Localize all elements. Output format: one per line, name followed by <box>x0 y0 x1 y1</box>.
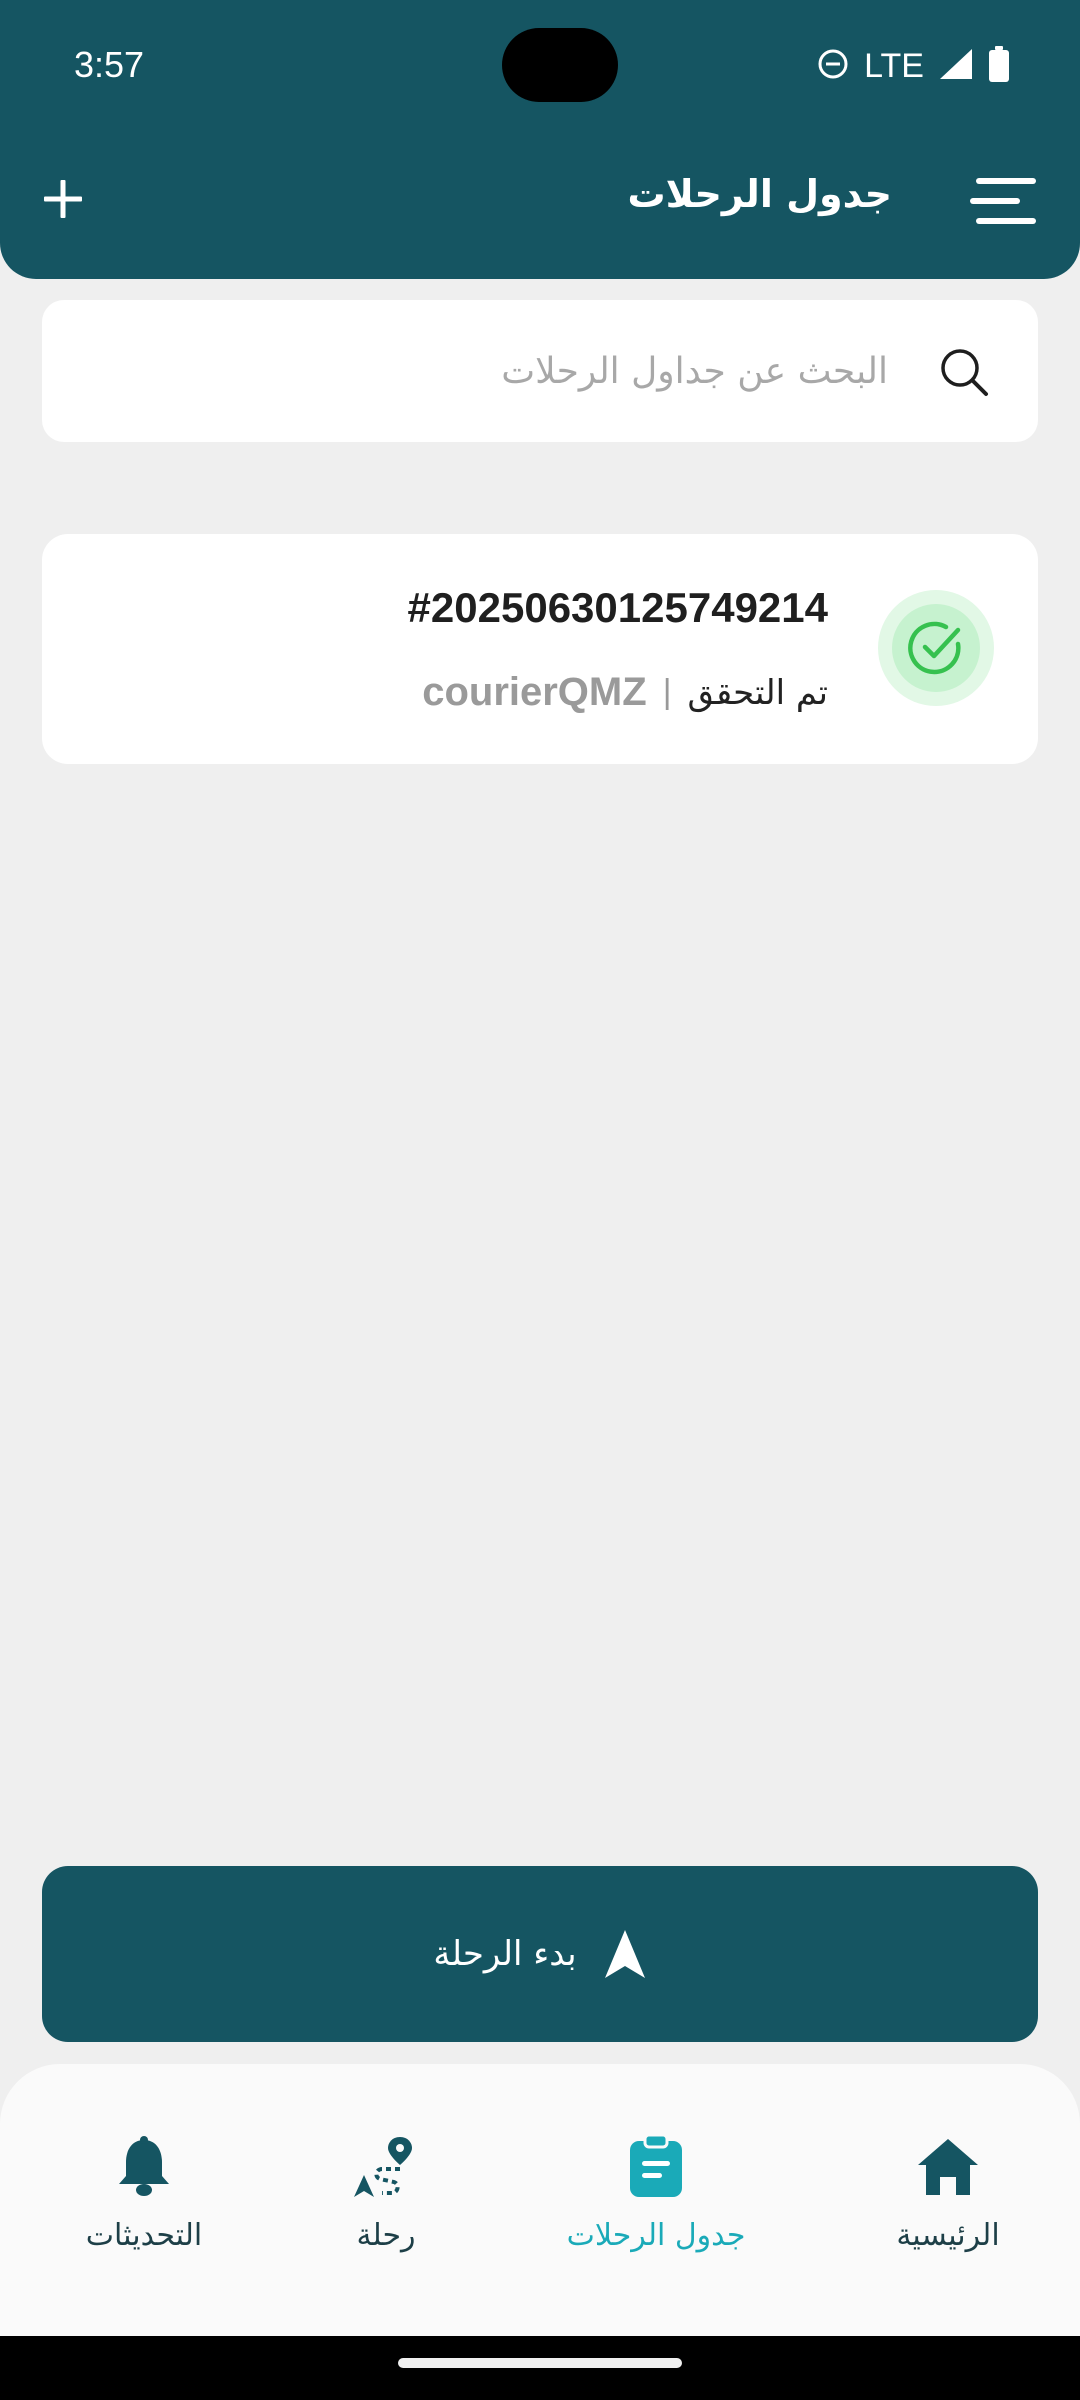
trip-meta: تم التحقق | courierQMZ <box>422 670 828 715</box>
signal-icon <box>938 47 974 85</box>
start-trip-button[interactable]: بدء الرحلة <box>42 1866 1038 2042</box>
battery-icon <box>988 46 1010 86</box>
trip-card[interactable]: #20250630125749214 تم التحقق | courierQM… <box>42 534 1038 764</box>
navigation-arrow-icon <box>604 1930 645 1978</box>
nav-label-trip-schedule: جدول الرحلات <box>566 2218 746 2253</box>
nav-item-trip-schedule[interactable]: جدول الرحلات <box>546 2134 766 2284</box>
menu-button[interactable] <box>968 172 1040 232</box>
trip-status: تم التحقق <box>687 672 828 713</box>
trip-number: #20250630125749214 <box>407 584 828 631</box>
nav-item-home[interactable]: الرئيسية <box>838 2134 1058 2284</box>
home-gesture-indicator[interactable] <box>398 2358 682 2368</box>
nav-label-updates: التحديثات <box>85 2218 203 2253</box>
plus-icon <box>44 180 82 218</box>
nav-label-trip: رحلة <box>356 2218 416 2253</box>
do-not-disturb-icon <box>816 47 850 85</box>
status-icons: LTE <box>816 46 1010 86</box>
courier-name: courierQMZ <box>422 670 647 714</box>
status-time: 3:57 <box>74 44 145 85</box>
nav-item-updates[interactable]: التحديثات <box>34 2134 254 2284</box>
verified-status-badge <box>878 590 994 706</box>
nav-label-home: الرئيسية <box>896 2218 1000 2253</box>
search-bar <box>42 300 1038 442</box>
home-icon <box>918 2139 978 2195</box>
camera-cutout <box>502 28 618 102</box>
add-trip-button[interactable] <box>36 172 90 226</box>
search-input[interactable] <box>128 300 888 442</box>
meta-separator: | <box>662 673 672 711</box>
menu-icon <box>970 178 1036 224</box>
bell-icon <box>119 2136 169 2196</box>
bottom-navigation: الرئيسية جدول الرحلات رحلة التحديثات <box>0 2064 1080 2336</box>
network-type: LTE <box>864 46 924 85</box>
clipboard-icon <box>630 2135 682 2197</box>
search-icon[interactable] <box>938 346 990 398</box>
check-circle-icon <box>908 621 961 675</box>
system-navigation-bar <box>0 2336 1080 2400</box>
page-title: جدول الرحلات <box>627 172 892 216</box>
app-header: 3:57 LTE جدول الرحلات <box>0 0 1080 279</box>
route-icon <box>354 2137 412 2197</box>
start-trip-label: بدء الرحلة <box>433 1934 577 1974</box>
nav-item-trip[interactable]: رحلة <box>276 2134 496 2284</box>
